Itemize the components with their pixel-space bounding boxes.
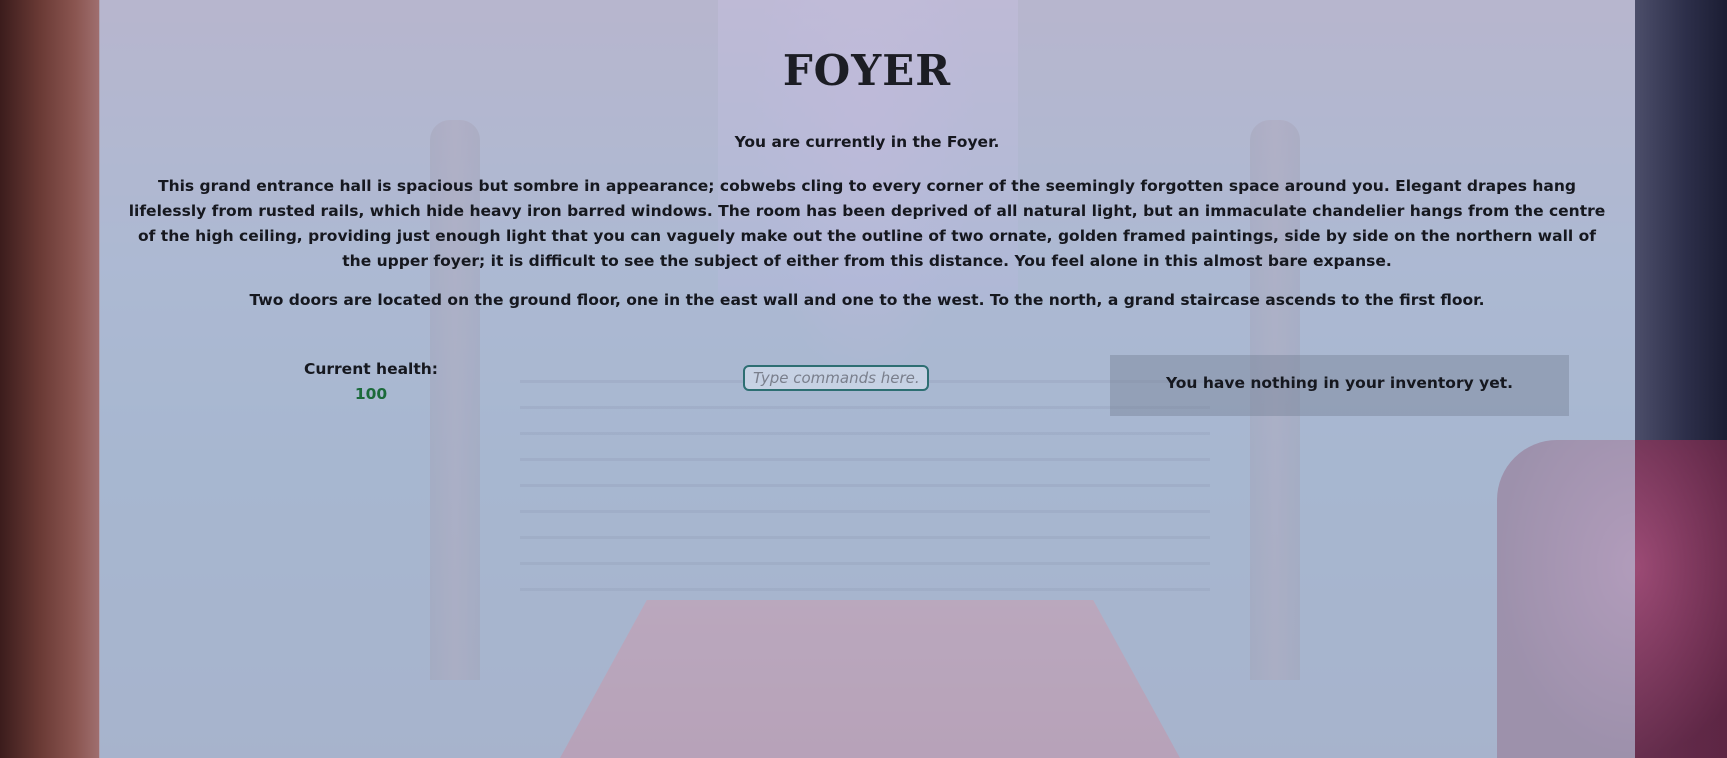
health-label: Current health:: [303, 360, 438, 378]
room-title: FOYER: [782, 46, 952, 95]
command-input[interactable]: [743, 365, 929, 391]
room-description: This grand entrance hall is spacious but…: [128, 177, 1606, 270]
game-content: FOYER You are currently in the Foyer. Th…: [99, 0, 1635, 758]
health-value: 100: [354, 385, 388, 403]
left-wall: [0, 0, 100, 758]
current-location-text: You are currently in the Foyer.: [734, 133, 1000, 151]
inventory-panel: You have nothing in your inventory yet.: [1110, 355, 1569, 416]
room-exits-text: Two doors are located on the ground floo…: [249, 291, 1485, 309]
inventory-message: You have nothing in your inventory yet.: [1165, 373, 1514, 392]
health-display: Current health: 100: [271, 357, 471, 407]
